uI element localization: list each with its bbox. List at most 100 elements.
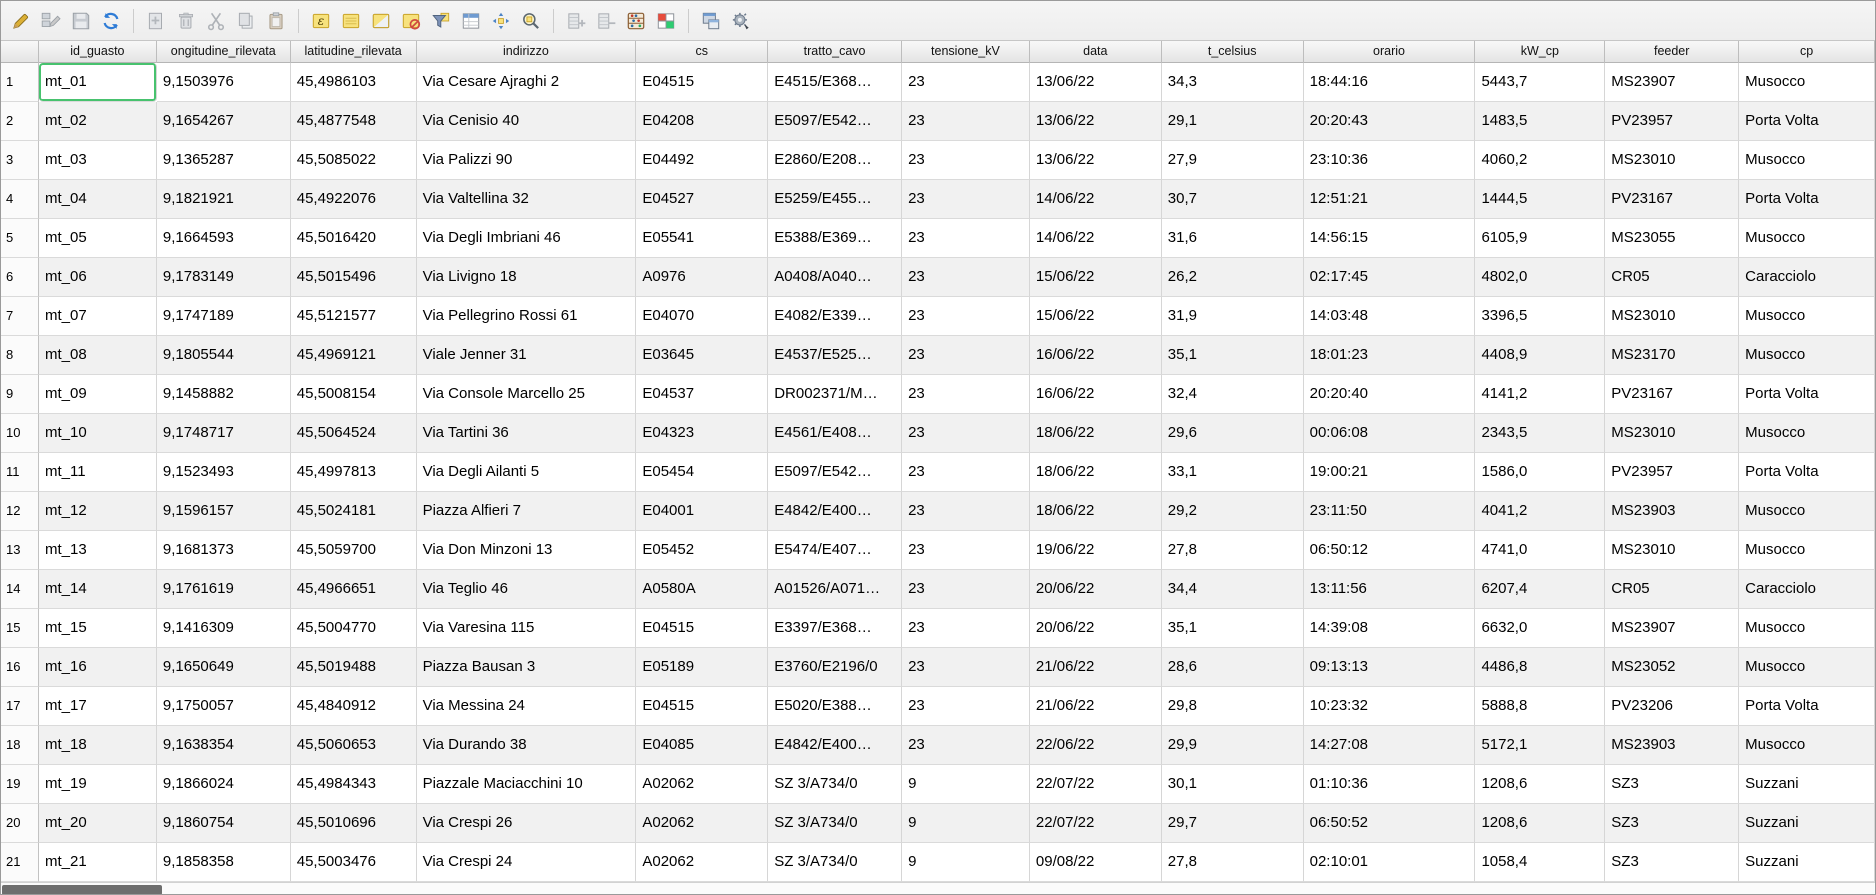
cell-kW_cp[interactable]: 4486,8 <box>1475 648 1606 687</box>
cell-kW_cp[interactable]: 1483,5 <box>1475 102 1606 141</box>
cell-orario[interactable]: 01:10:36 <box>1303 765 1476 804</box>
cell-latitudine_rilevata[interactable]: 45,5008154 <box>290 375 417 414</box>
cell-kW_cp[interactable]: 1208,6 <box>1475 765 1606 804</box>
cell-cs[interactable]: A02062 <box>636 843 769 882</box>
cell-orario[interactable]: 14:03:48 <box>1303 297 1476 336</box>
cell-latitudine_rilevata[interactable]: 45,5016420 <box>290 219 417 258</box>
cell-longitudine_rilevata[interactable]: 9,1750057 <box>156 687 291 726</box>
cell-orario[interactable]: 23:10:36 <box>1303 141 1476 180</box>
cell-tensione_kV[interactable]: 23 <box>902 258 1030 297</box>
column-header-id_guasto[interactable]: id_guasto <box>39 41 157 63</box>
cell-kW_cp[interactable]: 4041,2 <box>1475 492 1606 531</box>
toggle-multi-edit-icon[interactable] <box>37 7 65 35</box>
row-number[interactable]: 18 <box>1 726 39 765</box>
cell-t_celsius[interactable]: 29,7 <box>1161 804 1304 843</box>
cell-cp[interactable]: Musocco <box>1739 141 1875 180</box>
cell-tensione_kV[interactable]: 23 <box>902 297 1030 336</box>
cell-latitudine_rilevata[interactable]: 45,4997813 <box>290 453 417 492</box>
cell-id_guasto[interactable]: mt_18 <box>39 726 157 765</box>
cell-orario[interactable]: 20:20:43 <box>1303 102 1476 141</box>
cell-kW_cp[interactable]: 4408,9 <box>1475 336 1606 375</box>
cell-indirizzo[interactable]: Via Degli Ailanti 5 <box>416 453 637 492</box>
add-feature-icon[interactable] <box>142 7 170 35</box>
cell-data[interactable]: 21/06/22 <box>1029 687 1162 726</box>
cut-rows-icon[interactable] <box>202 7 230 35</box>
cell-tensione_kV[interactable]: 23 <box>902 63 1030 102</box>
cell-tratto_cavo[interactable]: E4537/E525… <box>768 336 903 375</box>
cell-orario[interactable]: 10:23:32 <box>1303 687 1476 726</box>
reload-table-icon[interactable] <box>97 7 125 35</box>
select-by-expression-icon[interactable]: ε <box>307 7 335 35</box>
cell-orario[interactable]: 18:01:23 <box>1303 336 1476 375</box>
cell-cs[interactable]: E04085 <box>636 726 769 765</box>
cell-orario[interactable]: 12:51:21 <box>1303 180 1476 219</box>
cell-data[interactable]: 18/06/22 <box>1029 414 1162 453</box>
cell-kW_cp[interactable]: 6105,9 <box>1475 219 1606 258</box>
cell-t_celsius[interactable]: 27,9 <box>1161 141 1304 180</box>
cell-longitudine_rilevata[interactable]: 9,1821921 <box>156 180 291 219</box>
cell-kW_cp[interactable]: 4802,0 <box>1475 258 1606 297</box>
cell-id_guasto[interactable]: mt_02 <box>39 102 157 141</box>
cell-tensione_kV[interactable]: 23 <box>902 141 1030 180</box>
cell-tratto_cavo[interactable]: E4842/E400… <box>768 492 903 531</box>
cell-latitudine_rilevata[interactable]: 45,4966651 <box>290 570 417 609</box>
cell-id_guasto[interactable]: mt_08 <box>39 336 157 375</box>
cell-tensione_kV[interactable]: 9 <box>902 843 1030 882</box>
cell-cs[interactable]: A02062 <box>636 804 769 843</box>
row-number[interactable]: 6 <box>1 258 39 297</box>
row-number[interactable]: 15 <box>1 609 39 648</box>
cell-tensione_kV[interactable]: 23 <box>902 648 1030 687</box>
cell-orario[interactable]: 20:20:40 <box>1303 375 1476 414</box>
cell-t_celsius[interactable]: 31,6 <box>1161 219 1304 258</box>
new-field-icon[interactable] <box>562 7 590 35</box>
cell-longitudine_rilevata[interactable]: 9,1858358 <box>156 843 291 882</box>
cell-latitudine_rilevata[interactable]: 45,5024181 <box>290 492 417 531</box>
cell-data[interactable]: 18/06/22 <box>1029 453 1162 492</box>
cell-cp[interactable]: Musocco <box>1739 609 1875 648</box>
cell-t_celsius[interactable]: 27,8 <box>1161 531 1304 570</box>
cell-data[interactable]: 14/06/22 <box>1029 180 1162 219</box>
cell-latitudine_rilevata[interactable]: 45,4986103 <box>290 63 417 102</box>
row-number[interactable]: 3 <box>1 141 39 180</box>
cell-feeder[interactable]: MS23052 <box>1605 648 1740 687</box>
cell-data[interactable]: 21/06/22 <box>1029 648 1162 687</box>
column-header-cp[interactable]: cp <box>1739 41 1875 63</box>
cell-cs[interactable]: E04070 <box>636 297 769 336</box>
cell-cp[interactable]: Porta Volta <box>1739 453 1875 492</box>
cell-tensione_kV[interactable]: 23 <box>902 531 1030 570</box>
row-number[interactable]: 12 <box>1 492 39 531</box>
cell-cp[interactable]: Musocco <box>1739 219 1875 258</box>
cell-cs[interactable]: A0580A <box>636 570 769 609</box>
cell-data[interactable]: 20/06/22 <box>1029 570 1162 609</box>
cell-data[interactable]: 16/06/22 <box>1029 336 1162 375</box>
cell-tensione_kV[interactable]: 23 <box>902 492 1030 531</box>
cell-indirizzo[interactable]: Via Livigno 18 <box>416 258 637 297</box>
cell-tratto_cavo[interactable]: SZ 3/A734/0 <box>768 804 903 843</box>
cell-feeder[interactable]: MS23170 <box>1605 336 1740 375</box>
cell-data[interactable]: 15/06/22 <box>1029 258 1162 297</box>
cell-kW_cp[interactable]: 6207,4 <box>1475 570 1606 609</box>
conditional-formatting-icon[interactable] <box>652 7 680 35</box>
row-number[interactable]: 10 <box>1 414 39 453</box>
cell-cs[interactable]: E05189 <box>636 648 769 687</box>
cell-longitudine_rilevata[interactable]: 9,1523493 <box>156 453 291 492</box>
cell-feeder[interactable]: SZ3 <box>1605 765 1740 804</box>
cell-kW_cp[interactable]: 4741,0 <box>1475 531 1606 570</box>
cell-indirizzo[interactable]: Via Degli Imbriani 46 <box>416 219 637 258</box>
row-number[interactable]: 2 <box>1 102 39 141</box>
cell-tratto_cavo[interactable]: E2860/E208… <box>768 141 903 180</box>
cell-t_celsius[interactable]: 31,9 <box>1161 297 1304 336</box>
cell-orario[interactable]: 02:10:01 <box>1303 843 1476 882</box>
cell-kW_cp[interactable]: 4141,2 <box>1475 375 1606 414</box>
cell-tratto_cavo[interactable]: E4082/E339… <box>768 297 903 336</box>
cell-id_guasto[interactable]: mt_13 <box>39 531 157 570</box>
cell-feeder[interactable]: SZ3 <box>1605 843 1740 882</box>
row-number[interactable]: 5 <box>1 219 39 258</box>
delete-selected-icon[interactable] <box>172 7 200 35</box>
cell-t_celsius[interactable]: 29,2 <box>1161 492 1304 531</box>
cell-orario[interactable]: 19:00:21 <box>1303 453 1476 492</box>
cell-kW_cp[interactable]: 3396,5 <box>1475 297 1606 336</box>
cell-latitudine_rilevata[interactable]: 45,5004770 <box>290 609 417 648</box>
cell-cs[interactable]: E03645 <box>636 336 769 375</box>
cell-cp[interactable]: Porta Volta <box>1739 102 1875 141</box>
